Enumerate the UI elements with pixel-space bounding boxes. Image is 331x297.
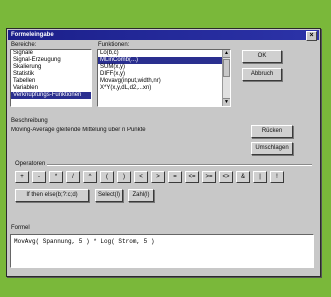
category-item[interactable]: Signal-Erzeugung xyxy=(11,57,91,64)
operator-button[interactable]: * xyxy=(49,171,63,183)
operator-button[interactable]: ) xyxy=(117,171,131,183)
operator-button[interactable]: < xyxy=(134,171,148,183)
scroll-down-icon[interactable]: ▼ xyxy=(223,98,230,106)
if-then-else-button[interactable]: If then else(b;?:c;d) xyxy=(15,189,89,202)
function-item[interactable]: SUM(x,y) xyxy=(98,64,230,71)
scroll-thumb[interactable] xyxy=(223,59,230,77)
operator-button[interactable]: <> xyxy=(219,171,233,183)
operator-row-1: + - * / ^ ( ) < > = <= >= <> & | ! xyxy=(15,171,305,183)
categories-label: Bereiche: xyxy=(11,42,37,48)
formula-dialog: Formeleingabe × Bereiche: Signale Signal… xyxy=(6,28,321,277)
category-item[interactable]: Statistik xyxy=(11,71,91,78)
operator-button[interactable]: ( xyxy=(100,171,114,183)
operator-button[interactable]: >= xyxy=(202,171,216,183)
category-item[interactable]: Tabellen xyxy=(11,78,91,85)
operators-divider xyxy=(47,164,312,166)
operator-button[interactable]: - xyxy=(32,171,46,183)
delete-button[interactable]: Rücken xyxy=(251,125,293,138)
description-label: Beschreibung xyxy=(11,118,48,124)
functions-scrollbar[interactable]: ▲ ▼ xyxy=(222,50,230,106)
operator-button[interactable]: / xyxy=(66,171,80,183)
categories-list[interactable]: Signale Signal-Erzeugung Skalierung Stat… xyxy=(10,49,92,107)
ok-button[interactable]: OK xyxy=(242,50,282,63)
operator-button[interactable]: ^ xyxy=(83,171,97,183)
formula-input[interactable]: MovAvg( Spannung, 5 ) * Log( Strom, 5 ) xyxy=(10,234,314,268)
window-title: Formeleingabe xyxy=(11,32,54,38)
title-bar: Formeleingabe × xyxy=(8,30,319,41)
number-button[interactable]: Zahl(l) xyxy=(128,189,154,202)
cancel-button[interactable]: Abbruch xyxy=(242,68,282,81)
close-button[interactable]: × xyxy=(306,31,317,41)
category-item[interactable]: Variablen xyxy=(11,85,91,92)
function-item[interactable]: DIFF(x,y) xyxy=(98,71,230,78)
function-item[interactable]: Movavg(input,width,nr) xyxy=(98,78,230,85)
function-item-selected[interactable]: MLinComb(...) xyxy=(98,57,230,64)
scroll-up-icon[interactable]: ▲ xyxy=(223,50,230,58)
select-button[interactable]: Select(l) xyxy=(95,189,123,202)
function-item[interactable]: Lo(b,c) xyxy=(98,50,230,57)
category-item-selected[interactable]: Verknüpfungs-Funktionen xyxy=(11,92,91,99)
operator-button[interactable]: > xyxy=(151,171,165,183)
function-item[interactable]: X*Y(x,y,dL,d2,...xn) xyxy=(98,85,230,92)
operators-label: Operatoren xyxy=(15,161,46,167)
operator-button[interactable]: + xyxy=(15,171,29,183)
operator-button[interactable]: ! xyxy=(270,171,284,183)
functions-label: Funktionen: xyxy=(98,42,130,48)
category-item[interactable]: Signale xyxy=(11,50,91,57)
operator-button[interactable]: & xyxy=(236,171,250,183)
overwrite-button[interactable]: Umschlagen xyxy=(251,142,293,155)
description-text: Moving-Average gleitende Mittelung über … xyxy=(11,127,146,133)
operator-button[interactable]: = xyxy=(168,171,182,183)
functions-list[interactable]: Lo(b,c) MLinComb(...) SUM(x,y) DIFF(x,y)… xyxy=(97,49,231,107)
formula-label: Formel xyxy=(11,225,30,231)
operator-button[interactable]: | xyxy=(253,171,267,183)
category-item[interactable]: Skalierung xyxy=(11,64,91,71)
operator-button[interactable]: <= xyxy=(185,171,199,183)
